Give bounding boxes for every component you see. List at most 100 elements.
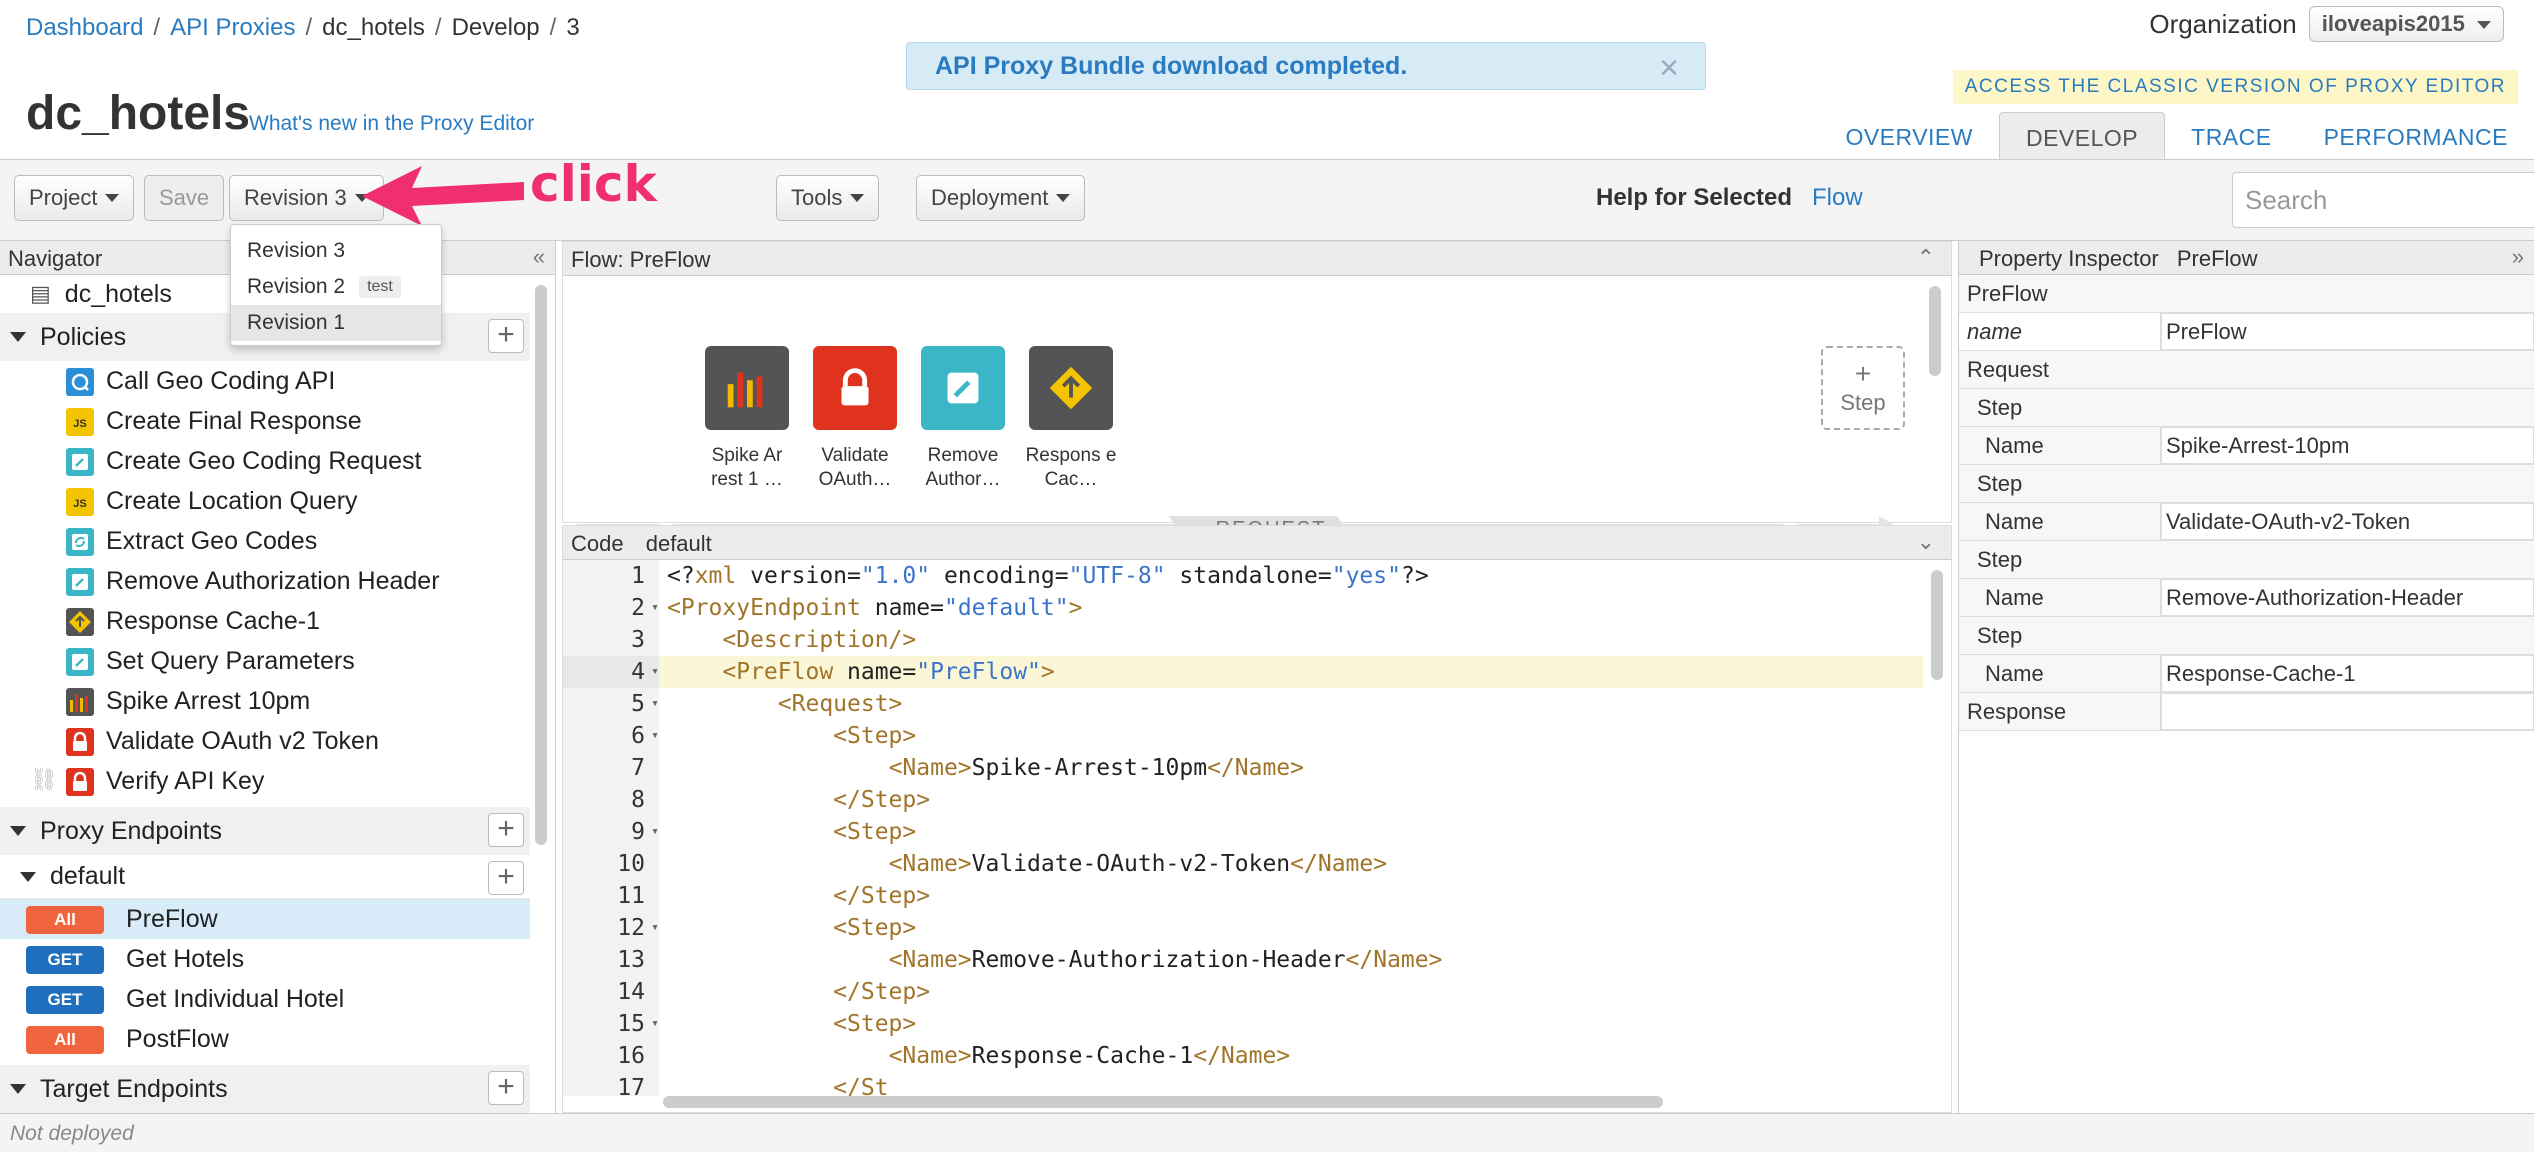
svg-text:JS: JS <box>73 498 86 510</box>
code-line: 17 </St <box>563 1072 1923 1096</box>
flow-step-label: Remove Author… <box>925 445 1001 490</box>
tools-button[interactable]: Tools <box>776 175 880 221</box>
inspector-value[interactable]: Validate-OAuth-v2-Token <box>2161 503 2534 540</box>
add-proxy-endpoint-button[interactable]: + <box>488 813 524 847</box>
add-flow-button[interactable]: + <box>488 861 524 895</box>
organization-dropdown[interactable]: iloveapis2015 <box>2308 6 2504 42</box>
fold-icon[interactable]: ▾ <box>651 720 659 752</box>
revision-menu-label: Revision 2 <box>247 275 346 298</box>
collapse-left-icon[interactable]: « <box>533 244 545 270</box>
chevron-down-icon <box>10 332 26 342</box>
code-line: 4 ▾ <PreFlow name="PreFlow"> <box>563 656 1923 688</box>
classic-editor-link[interactable]: ACCESS THE CLASSIC VERSION OF PROXY EDIT… <box>1952 70 2518 104</box>
breadcrumb-api-proxies[interactable]: API Proxies <box>170 14 295 42</box>
fold-icon[interactable]: ▾ <box>651 656 659 688</box>
flow-step-lock-icon[interactable] <box>813 346 897 430</box>
code-line: 11 </Step> <box>563 880 1923 912</box>
save-button[interactable]: Save <box>144 175 225 221</box>
endpoint-default[interactable]: default + <box>0 855 530 899</box>
collapse-up-icon[interactable]: ⌃ <box>1917 245 1935 271</box>
flow-item[interactable]: All PostFlow <box>0 1019 530 1059</box>
collapse-down-icon[interactable]: ⌄ <box>1917 529 1935 555</box>
flow-canvas: Spike Ar rest 1 … Validate OAuth… Remove… <box>563 276 1923 544</box>
flow-scrollbar[interactable] <box>1929 286 1941 376</box>
fold-icon[interactable]: ▾ <box>651 688 659 720</box>
collapse-right-icon[interactable]: » <box>2512 244 2524 270</box>
flow-item[interactable]: All PreFlow <box>0 899 530 939</box>
policy-item[interactable]: Create Geo Coding Request <box>0 441 530 481</box>
inspector-value[interactable] <box>2161 693 2534 730</box>
code-text: <Name>Response-Cache-1</Name> <box>888 1043 1291 1069</box>
policy-label: Response Cache-1 <box>106 606 321 635</box>
policy-item[interactable]: Spike Arrest 10pm <box>0 681 530 721</box>
inspector-value[interactable]: PreFlow <box>2161 313 2534 350</box>
http-verb-badge: All <box>26 906 104 934</box>
callout-icon <box>66 368 94 396</box>
policy-item[interactable]: JS Create Final Response <box>0 401 530 441</box>
search-input[interactable] <box>2232 172 2534 228</box>
policy-item[interactable]: Call Geo Coding API <box>0 361 530 401</box>
notification-text: API Proxy Bundle download completed. <box>935 51 1408 80</box>
plus-icon: + <box>1854 358 1872 389</box>
assign-message-icon <box>66 648 94 676</box>
inspector-value[interactable]: Response-Cache-1 <box>2161 655 2534 692</box>
revision-menu-item[interactable]: Revision 3 <box>231 233 441 269</box>
tab-overview[interactable]: OVERVIEW <box>1819 112 1999 160</box>
inspector-value[interactable]: Spike-Arrest-10pm <box>2161 427 2534 464</box>
line-number: 16 <box>563 1040 659 1072</box>
flow-step-response-cache-icon[interactable] <box>1029 346 1113 430</box>
code-text: </Step> <box>833 787 931 813</box>
code-text: <PreFlow name="PreFlow"> <box>722 659 1055 685</box>
policy-item[interactable]: Extract Geo Codes <box>0 521 530 561</box>
main-tabs: OVERVIEW DEVELOP TRACE PERFORMANCE <box>1819 112 2534 160</box>
tab-trace[interactable]: TRACE <box>2165 112 2297 160</box>
fold-icon[interactable]: ▾ <box>651 592 659 624</box>
fold-icon[interactable]: ▾ <box>651 1008 659 1040</box>
line-number: 15 ▾ <box>563 1008 659 1040</box>
flow-step-assign-message-icon[interactable] <box>921 346 1005 430</box>
close-icon[interactable]: × <box>1659 49 1679 88</box>
organization-label: Organization <box>2149 8 2297 39</box>
tab-performance[interactable]: PERFORMANCE <box>2298 112 2534 160</box>
revision-menu-item[interactable]: Revision 2 test <box>231 269 441 305</box>
policy-item[interactable]: JS Create Location Query <box>0 481 530 521</box>
policy-item[interactable]: Validate OAuth v2 Token <box>0 721 530 761</box>
inspector-key: Step <box>1977 394 2023 420</box>
fold-icon[interactable]: ▾ <box>651 912 659 944</box>
code-line: 3 <Description/> <box>563 624 1923 656</box>
policy-item[interactable]: Response Cache-1 <box>0 601 530 641</box>
inspector-row: Name Validate-OAuth-v2-Token <box>1959 503 2534 541</box>
code-text: <?xml version="1.0" encoding="UTF-8" sta… <box>667 563 1429 589</box>
breadcrumb-dashboard[interactable]: Dashboard <box>26 14 143 42</box>
code-line: 6 ▾ <Step> <box>563 720 1923 752</box>
deployment-button[interactable]: Deployment <box>916 175 1086 221</box>
code-vertical-scrollbar[interactable] <box>1931 570 1943 680</box>
revision-menu-item[interactable]: Revision 1 <box>231 305 441 341</box>
project-button[interactable]: Project <box>14 175 135 221</box>
inspector-subject: PreFlow <box>2176 246 2258 271</box>
add-target-endpoint-button[interactable]: + <box>488 1071 524 1105</box>
add-step-button[interactable]: + Step <box>1821 346 1905 430</box>
proxy-endpoints-section[interactable]: Proxy Endpoints + <box>0 807 530 855</box>
inspector-value[interactable]: Remove-Authorization-Header <box>2161 579 2534 616</box>
code-horizontal-scrollbar[interactable] <box>663 1096 1663 1108</box>
policy-item[interactable]: Remove Authorization Header <box>0 561 530 601</box>
lock-icon <box>66 768 94 796</box>
whats-new-link[interactable]: What's new in the Proxy Editor <box>249 112 534 136</box>
policy-item[interactable]: ⛓ Verify API Key <box>0 761 530 801</box>
help-flow-link[interactable]: Flow <box>1812 184 1863 212</box>
add-policy-button[interactable]: + <box>488 319 524 353</box>
flow-label: PostFlow <box>126 1024 229 1053</box>
flow-item[interactable]: GET Get Hotels <box>0 939 530 979</box>
tab-develop[interactable]: DEVELOP <box>1998 112 2166 160</box>
policy-item[interactable]: Set Query Parameters <box>0 641 530 681</box>
flow-item[interactable]: GET Get Individual Hotel <box>0 979 530 1019</box>
target-endpoints-section[interactable]: Target Endpoints + <box>0 1065 530 1113</box>
navigator-scrollbar[interactable] <box>535 285 547 845</box>
fold-icon[interactable]: ▾ <box>651 816 659 848</box>
line-number: 6 ▾ <box>563 720 659 752</box>
code-line: 16 <Name>Response-Cache-1</Name> <box>563 1040 1923 1072</box>
code-editor[interactable]: 1 <?xml version="1.0" encoding="UTF-8" st… <box>563 560 1923 1096</box>
inspector-properties: PreFlow name PreFlow Request Step Name Spike-A… <box>1959 275 2534 731</box>
flow-step-spike-arrest-icon[interactable] <box>705 346 789 430</box>
